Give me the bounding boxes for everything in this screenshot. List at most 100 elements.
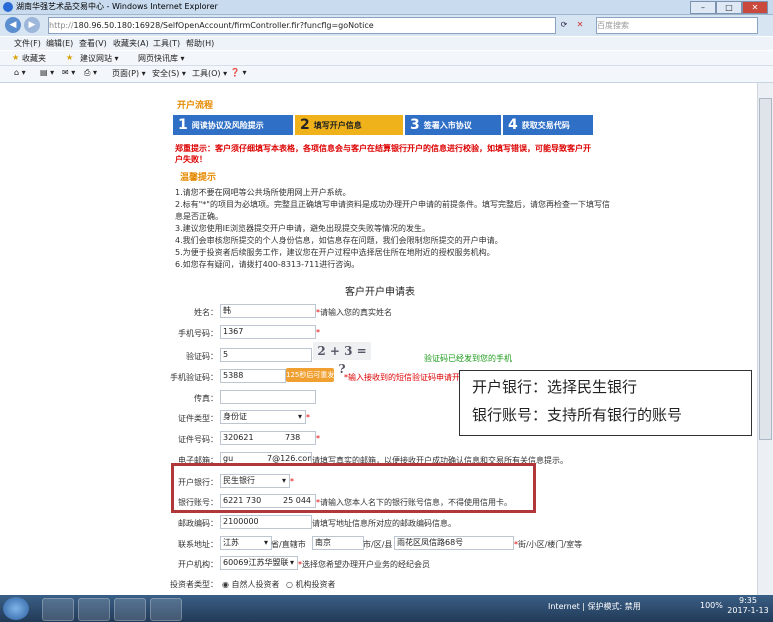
sms-hint: *输入接收到的短信验证码申请开 <box>344 373 460 382</box>
start-button[interactable] <box>3 597 29 620</box>
url-text: 180.96.50.180:16928/SelfOpenAccount/firm… <box>73 21 374 30</box>
chevron-down-icon: ▾ <box>297 412 302 421</box>
sms-label: 手机验证码： <box>170 373 218 382</box>
idno-input[interactable]: 320621 738 <box>220 431 316 445</box>
phone-input[interactable]: 1367 <box>220 325 316 339</box>
resend-sms-button[interactable]: 125秒后可重发 <box>286 368 334 382</box>
menu-file[interactable]: 文件(F) <box>14 38 41 49</box>
close-button[interactable]: ✕ <box>742 1 768 14</box>
tip-item: 2.标有"*"的项目为必填项。完整且正确填写申请资料是成功办理开户申请的前提条件… <box>175 200 610 209</box>
tip-item: 3.建议您使用IE浏览器提交开户申请，避免出现提交失败等情况的发生。 <box>175 224 431 233</box>
tip-item: 5.为便于投资者后续服务工作，建议您在开户过程中选择居住所在地附近的授权服务机构… <box>175 248 495 257</box>
captcha-label: 验证码： <box>186 352 218 361</box>
address-bar: ◀ ▶ http://180.96.50.180:16928/SelfOpenA… <box>0 15 773 36</box>
forward-icon[interactable]: ▶ <box>24 17 40 33</box>
menu-favorites[interactable]: 收藏夹(A) <box>113 38 149 49</box>
mail-icon[interactable]: ✉ ▾ <box>62 68 75 77</box>
tools-menu[interactable]: 工具(O) ▾ <box>192 68 227 79</box>
zip-hint: 请填写地址信息所对应的邮政编码信息。 <box>312 519 456 528</box>
city-suffix: 市/区/县 <box>363 540 393 549</box>
name-label: 姓名： <box>194 308 218 317</box>
investor-option-natural[interactable]: ◉ 自然人投资者 <box>222 579 280 590</box>
warning-text: 郑重提示：客户须仔细填写本表格，各项信息会与客户在结算银行开户的信息进行校验，如… <box>175 144 591 164</box>
back-icon[interactable]: ◀ <box>5 17 21 33</box>
sms-input[interactable]: 5388 <box>220 369 286 383</box>
tip-item: 息是否正确。 <box>175 212 223 221</box>
tip-item: 1.请您不要在网吧等公共场所使用网上开户系统。 <box>175 188 351 197</box>
org-select[interactable]: 60069江苏华盟联 ▾ <box>220 556 298 570</box>
province-select[interactable]: 江苏 ▾ <box>220 536 272 550</box>
menu-edit[interactable]: 编辑(E) <box>46 38 73 49</box>
investor-option-org[interactable]: ○ 机构投资者 <box>286 579 336 590</box>
idtype-label: 证件类型： <box>178 414 218 423</box>
city-input[interactable]: 南京 <box>312 536 364 550</box>
feeds-icon[interactable]: ▤ ▾ <box>40 68 54 77</box>
step-3: 3 签署入市协议 <box>405 115 501 135</box>
url-input[interactable]: http://180.96.50.180:16928/SelfOpenAccou… <box>48 17 556 34</box>
favorites-bar: ★ 收藏夹 ★ 建议网站 ▾ 网页快讯库 ▾ <box>0 51 773 66</box>
required-star: * <box>306 413 310 422</box>
form-title: 客户开户申请表 <box>345 287 415 298</box>
tip-item: 4.我们会审核您所提交的个人身份信息，如信息存在问题，我们会限制您所提交的开户申… <box>175 236 503 245</box>
annotation-callout: 开户银行：选择民生银行 银行账号：支持所有银行的账号 <box>459 370 752 436</box>
org-hint: *选择您希望办理开户业务的经纪会员 <box>298 560 430 569</box>
web-slice-gallery-link[interactable]: 网页快讯库 ▾ <box>138 53 185 64</box>
name-input[interactable]: 韩 <box>220 304 316 318</box>
app-taskbar-icon[interactable] <box>114 598 146 621</box>
home-icon[interactable]: ⌂ ▾ <box>14 68 26 77</box>
idtype-select[interactable]: 身份证 ▾ <box>220 410 306 424</box>
org-label: 开户机构： <box>178 560 218 569</box>
refresh-icon[interactable]: ⟳ <box>558 18 570 31</box>
idno-label: 证件号码： <box>178 435 218 444</box>
zoom-level[interactable]: 100% <box>700 601 723 610</box>
window-taskbar-icon[interactable] <box>150 598 182 621</box>
required-star: * <box>316 328 320 337</box>
chevron-down-icon: ▾ <box>263 538 268 547</box>
title-bar: 湖南华强艺术品交易中心 - Windows Internet Explorer … <box>0 0 773 15</box>
ie-taskbar-icon[interactable] <box>42 598 74 621</box>
tip-item: 6.如您存有疑问，请拨打400-8313-711进行咨询。 <box>175 260 360 269</box>
print-icon[interactable]: ⎙ ▾ <box>84 68 97 78</box>
menu-help[interactable]: 帮助(H) <box>186 38 214 49</box>
maximize-button[interactable]: □ <box>716 1 742 14</box>
addr-tail: *街/小区/楼门/室等 <box>514 540 583 549</box>
province-suffix: 省/直辖市 <box>271 540 306 549</box>
ie-logo-icon <box>3 2 13 12</box>
fax-label: 传真： <box>194 394 218 403</box>
safety-menu[interactable]: 安全(S) ▾ <box>152 68 186 79</box>
favorites-button[interactable]: 收藏夹 <box>22 53 46 64</box>
help-menu[interactable]: ❓ ▾ <box>230 68 247 77</box>
stop-icon[interactable]: ✕ <box>574 18 586 31</box>
scrollbar-thumb[interactable] <box>759 98 772 440</box>
zip-input[interactable]: 2100000 <box>220 515 312 529</box>
search-input[interactable]: 百度搜索 <box>596 17 758 34</box>
tips-title: 温馨提示 <box>180 173 217 183</box>
url-scheme: http:// <box>49 21 74 30</box>
step-4: 4 获取交易代码 <box>503 115 593 135</box>
captcha-input[interactable]: 5 <box>220 348 312 362</box>
captcha-image[interactable]: 2 + 3 = ? <box>313 342 371 376</box>
street-input[interactable]: 雨花区凤信路68号 <box>394 536 514 550</box>
clock[interactable]: 9:35 2017-1-13 <box>725 596 771 616</box>
chevron-down-icon: ▾ <box>289 558 294 567</box>
tips-list: 1.请您不要在网吧等公共场所使用网上开户系统。 2.标有"*"的项目为必填项。完… <box>175 187 610 271</box>
folder-taskbar-icon[interactable] <box>78 598 110 621</box>
callout-line-1: 开户银行：选择民生银行 <box>472 378 638 396</box>
fax-input[interactable] <box>220 390 316 404</box>
addr-label: 联系地址： <box>178 540 218 549</box>
menu-tools[interactable]: 工具(T) <box>153 38 180 49</box>
page-menu[interactable]: 页面(P) ▾ <box>112 68 146 79</box>
menu-bar: 文件(F) 编辑(E) 查看(V) 收藏夹(A) 工具(T) 帮助(H) <box>0 37 773 50</box>
investor-label: 投资者类型： <box>170 580 218 589</box>
highlight-box <box>171 463 536 513</box>
clock-date: 2017-1-13 <box>727 606 769 615</box>
section-title: 开户流程 <box>177 101 214 111</box>
required-star: * <box>316 434 320 443</box>
add-favorite-icon[interactable]: ★ <box>66 53 73 62</box>
name-hint: *请输入您的真实姓名 <box>316 308 392 317</box>
suggested-sites-link[interactable]: 建议网站 ▾ <box>80 53 119 64</box>
step-2: 2 填写开户信息 <box>295 115 403 135</box>
minimize-button[interactable]: – <box>690 1 716 14</box>
command-bar: ⌂ ▾ ▤ ▾ ✉ ▾ ⎙ ▾ 页面(P) ▾ 安全(S) ▾ 工具(O) ▾ … <box>0 66 773 83</box>
menu-view[interactable]: 查看(V) <box>79 38 107 49</box>
